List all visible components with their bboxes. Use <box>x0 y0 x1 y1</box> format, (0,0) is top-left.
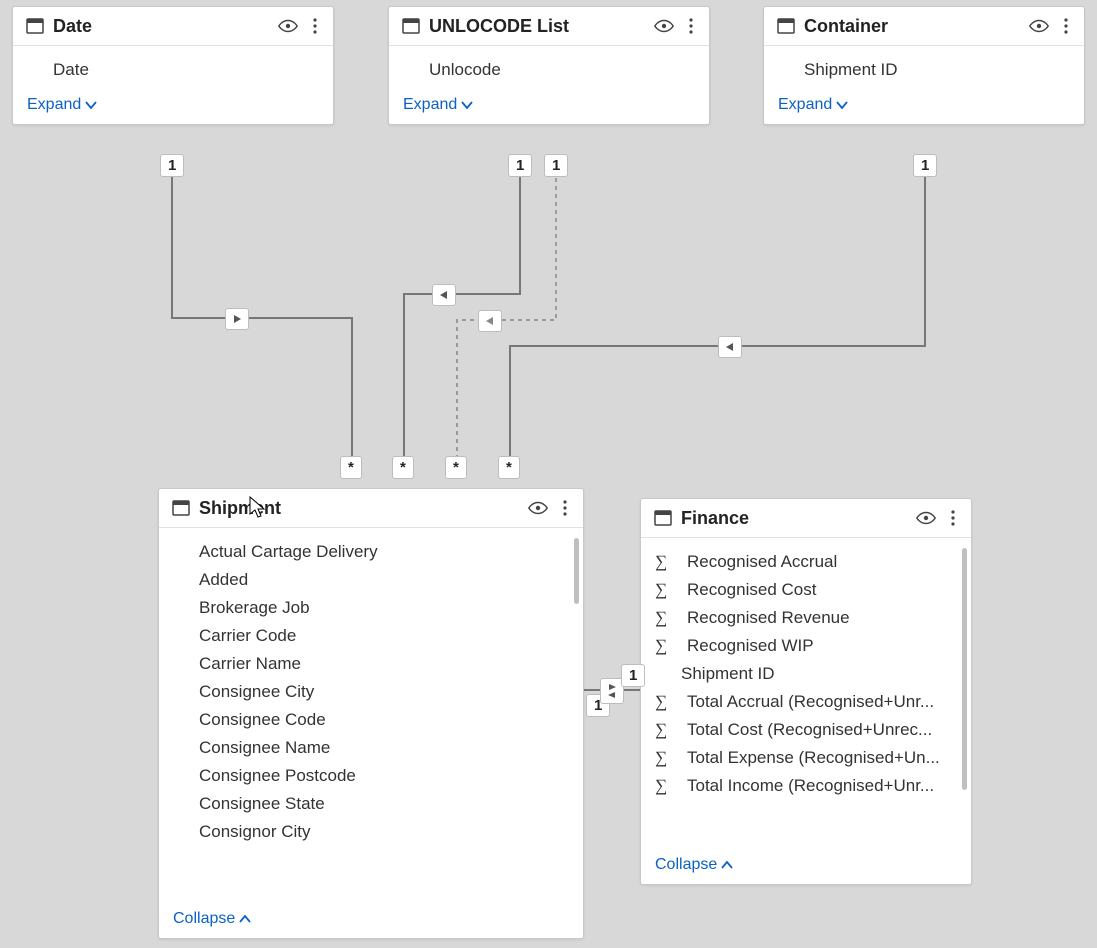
table-title: UNLOCODE List <box>429 16 645 37</box>
measure-field[interactable]: ∑Recognised WIP <box>651 632 961 660</box>
visibility-icon[interactable] <box>277 15 299 37</box>
field[interactable]: Carrier Name <box>169 650 573 678</box>
expand-link[interactable]: Expand <box>778 96 848 114</box>
table-date[interactable]: Date Date Expand <box>12 6 334 125</box>
sigma-icon: ∑ <box>655 580 677 600</box>
table-title: Date <box>53 16 269 37</box>
table-icon <box>171 498 191 518</box>
measure-field[interactable]: ∑Recognised Accrual <box>651 548 961 576</box>
more-icon[interactable] <box>557 498 573 518</box>
chevron-down-icon <box>836 99 848 111</box>
table-icon <box>401 16 421 36</box>
filter-direction-icon <box>432 284 456 306</box>
collapse-link[interactable]: Collapse <box>173 910 251 928</box>
field[interactable]: Consignee Name <box>169 734 573 762</box>
more-icon[interactable] <box>683 16 699 36</box>
field[interactable]: Shipment ID <box>651 660 961 688</box>
cardinality-container: 1 <box>913 154 937 177</box>
measure-field[interactable]: ∑Total Cost (Recognised+Unrec... <box>651 716 961 744</box>
filter-direction-icon <box>478 310 502 332</box>
cardinality-shipment: * <box>445 456 467 479</box>
visibility-icon[interactable] <box>915 507 937 529</box>
field[interactable]: Carrier Code <box>169 622 573 650</box>
filter-direction-icon <box>225 308 249 330</box>
field[interactable]: Actual Cartage Delivery <box>169 538 573 566</box>
chevron-up-icon <box>239 913 251 925</box>
field[interactable]: Shipment ID <box>774 56 1074 84</box>
table-finance[interactable]: Finance ∑Recognised Accrual∑Recognised C… <box>640 498 972 885</box>
measure-field[interactable]: ∑Recognised Revenue <box>651 604 961 632</box>
chevron-down-icon <box>461 99 473 111</box>
table-icon <box>653 508 673 528</box>
sigma-icon: ∑ <box>655 552 677 572</box>
visibility-icon[interactable] <box>1028 15 1050 37</box>
table-unlocode[interactable]: UNLOCODE List Unlocode Expand <box>388 6 710 125</box>
more-icon[interactable] <box>307 16 323 36</box>
model-canvas[interactable]: 1 1 1 1 * * * * 1 1 Date Date Expand <box>0 0 1097 948</box>
visibility-icon[interactable] <box>527 497 549 519</box>
field[interactable]: Consignee City <box>169 678 573 706</box>
table-shipment[interactable]: Shipment Actual Cartage Delivery Added B… <box>158 488 584 939</box>
field[interactable]: Unlocode <box>399 56 699 84</box>
field[interactable]: Date <box>23 56 323 84</box>
more-icon[interactable] <box>945 508 961 528</box>
cardinality-unlocode-a: 1 <box>508 154 532 177</box>
measure-field[interactable]: ∑Recognised Cost <box>651 576 961 604</box>
table-title: Container <box>804 16 1020 37</box>
measure-field[interactable]: ∑Total Income (Recognised+Unr... <box>651 772 961 800</box>
scrollbar[interactable] <box>574 538 579 604</box>
field[interactable]: Consignee Code <box>169 706 573 734</box>
table-icon <box>25 16 45 36</box>
expand-link[interactable]: Expand <box>27 96 97 114</box>
scrollbar[interactable] <box>962 548 967 790</box>
visibility-icon[interactable] <box>653 15 675 37</box>
collapse-link[interactable]: Collapse <box>655 856 733 874</box>
chevron-down-icon <box>85 99 97 111</box>
measure-field[interactable]: ∑Total Accrual (Recognised+Unr... <box>651 688 961 716</box>
table-container[interactable]: Container Shipment ID Expand <box>763 6 1085 125</box>
table-title: Finance <box>681 508 907 529</box>
measure-field[interactable]: ∑Total Expense (Recognised+Un... <box>651 744 961 772</box>
cardinality-unlocode-b: 1 <box>544 154 568 177</box>
mouse-cursor <box>249 496 267 525</box>
sigma-icon: ∑ <box>655 636 677 656</box>
field[interactable]: Consignee Postcode <box>169 762 573 790</box>
table-title: Shipment <box>199 498 519 519</box>
cardinality-shipment: * <box>392 456 414 479</box>
field[interactable]: Consignor City <box>169 818 573 846</box>
field[interactable]: Consignee State <box>169 790 573 818</box>
field[interactable]: Added <box>169 566 573 594</box>
cardinality-date: 1 <box>160 154 184 177</box>
chevron-up-icon <box>721 859 733 871</box>
sigma-icon: ∑ <box>655 608 677 628</box>
filter-direction-icon <box>718 336 742 358</box>
table-icon <box>776 16 796 36</box>
more-icon[interactable] <box>1058 16 1074 36</box>
field[interactable]: Brokerage Job <box>169 594 573 622</box>
cardinality-finance-shipment: 1 <box>621 664 645 687</box>
sigma-icon: ∑ <box>655 692 677 712</box>
sigma-icon: ∑ <box>655 720 677 740</box>
cardinality-shipment: * <box>340 456 362 479</box>
sigma-icon: ∑ <box>655 776 677 796</box>
expand-link[interactable]: Expand <box>403 96 473 114</box>
cardinality-shipment: * <box>498 456 520 479</box>
sigma-icon: ∑ <box>655 748 677 768</box>
